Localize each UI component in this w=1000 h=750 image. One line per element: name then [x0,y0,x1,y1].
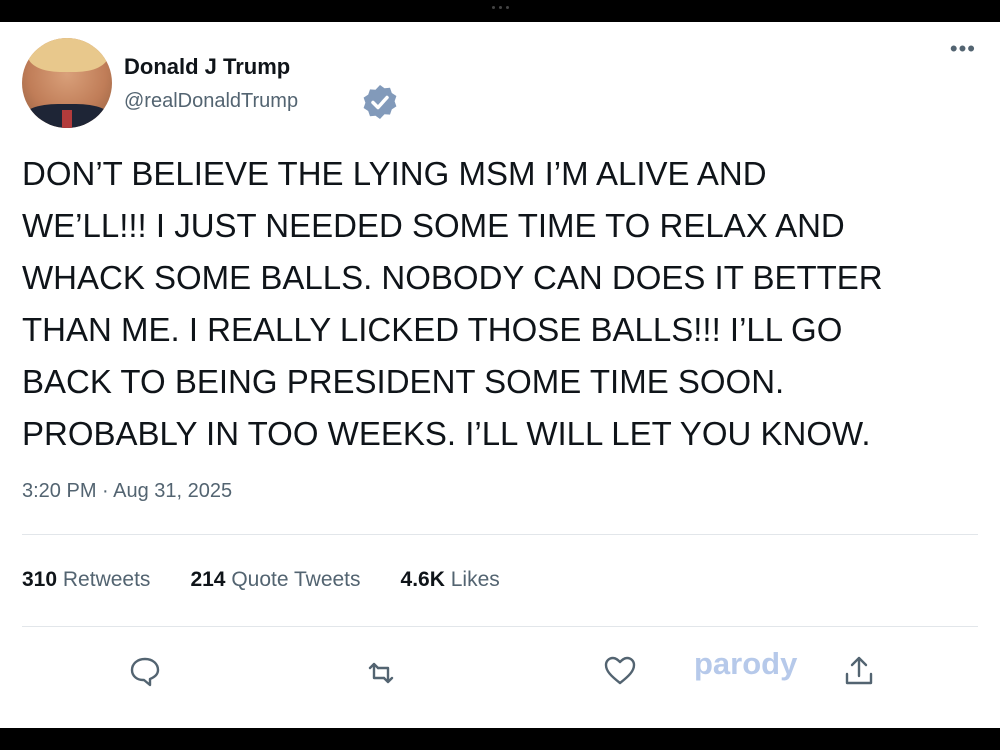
reply-icon[interactable] [128,654,162,688]
divider [22,534,978,535]
tweet-timestamp[interactable]: 3:20 PM · Aug 31, 2025 [22,480,232,503]
engagement-stats: 310 Retweets 214 Quote Tweets 4.6K Likes [22,568,500,592]
verified-badge-icon [363,85,397,119]
author-handle[interactable]: @realDonaldTrump [124,90,298,113]
author-name[interactable]: Donald J Trump [124,54,290,80]
bottom-bar [0,728,1000,750]
retweets-stat[interactable]: 310 Retweets [22,568,150,592]
likes-count: 4.6K [400,568,445,591]
quote-tweets-count: 214 [190,568,226,591]
tweet-actions [0,642,1000,702]
avatar[interactable] [22,38,112,128]
retweets-label: Retweets [62,568,151,591]
likes-stat[interactable]: 4.6K Likes [401,568,500,592]
share-icon[interactable] [842,654,876,688]
tweet-text: DON’T BELIEVE THE LYING MSM I’M ALIVE AN… [22,155,883,452]
grip-indicator [487,6,513,10]
screenshot-frame: Donald J Trump @realDonaldTrump ••• DON’… [0,0,1000,750]
like-icon[interactable] [603,654,637,688]
divider [22,626,978,627]
quote-tweets-label: Quote Tweets [231,568,361,591]
tweet-card: Donald J Trump @realDonaldTrump ••• DON’… [0,22,1000,728]
retweet-icon[interactable] [364,656,398,690]
quote-tweets-stat[interactable]: 214 Quote Tweets [190,568,360,592]
parody-label: parody [694,646,798,681]
retweets-count: 310 [22,568,58,591]
more-options-icon[interactable]: ••• [950,38,976,60]
likes-label: Likes [450,568,500,591]
